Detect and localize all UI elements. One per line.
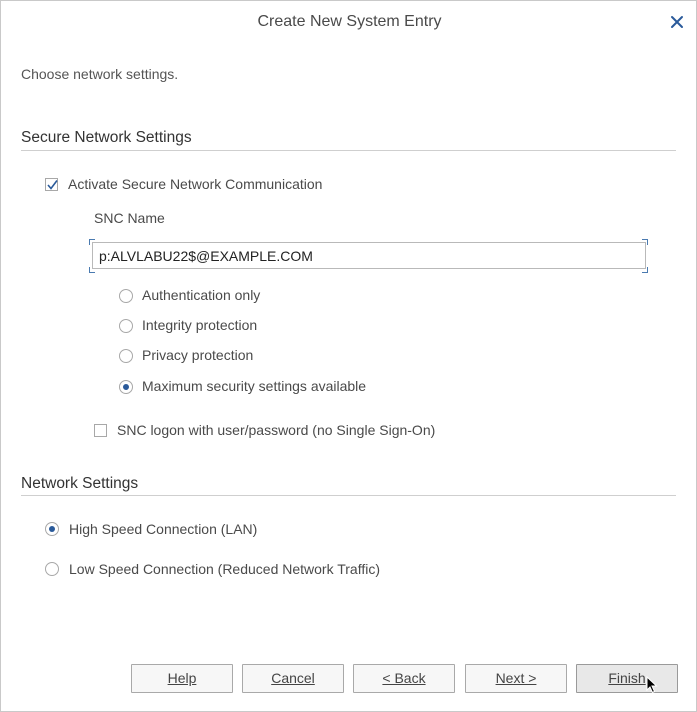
radio-high-speed-lan[interactable] — [45, 522, 59, 536]
network-settings-section-title: Network Settings — [21, 475, 139, 492]
radio-low-speed[interactable] — [45, 562, 59, 576]
activate-snc-checkbox[interactable] — [45, 178, 58, 191]
close-button[interactable] — [667, 12, 687, 32]
intro-text: Choose network settings. — [21, 66, 179, 82]
cancel-button[interactable]: Cancel — [242, 664, 344, 693]
focus-corner — [89, 267, 95, 273]
finish-button[interactable]: Finish — [576, 664, 678, 693]
create-system-entry-dialog: Create New System Entry Choose network s… — [0, 0, 697, 712]
radio-privacy-protection-label[interactable]: Privacy protection — [142, 347, 253, 363]
back-button[interactable]: < Back — [353, 664, 455, 693]
section-divider — [21, 150, 676, 151]
next-button[interactable]: Next > — [465, 664, 567, 693]
cancel-button-label: Cancel — [271, 670, 315, 686]
help-button[interactable]: Help — [131, 664, 233, 693]
mouse-pointer-icon — [646, 676, 658, 694]
focus-corner — [642, 239, 648, 245]
secure-network-section-title: Secure Network Settings — [21, 129, 192, 146]
radio-high-speed-lan-label[interactable]: High Speed Connection (LAN) — [69, 521, 257, 537]
radio-maximum-security[interactable] — [119, 380, 133, 394]
next-button-label: Next > — [495, 670, 537, 686]
radio-low-speed-label[interactable]: Low Speed Connection (Reduced Network Tr… — [69, 561, 380, 577]
snc-logon-label[interactable]: SNC logon with user/password (no Single … — [117, 422, 435, 438]
radio-integrity-protection-label[interactable]: Integrity protection — [142, 317, 257, 333]
radio-authentication-only[interactable] — [119, 289, 133, 303]
activate-snc-label[interactable]: Activate Secure Network Communication — [68, 176, 322, 192]
dialog-title: Create New System Entry — [257, 13, 442, 30]
radio-authentication-only-label[interactable]: Authentication only — [142, 287, 260, 303]
finish-button-label: Finish — [608, 670, 646, 686]
checkmark-icon — [47, 180, 58, 190]
back-button-label: < Back — [382, 670, 426, 686]
close-icon — [671, 16, 683, 28]
section-divider — [21, 495, 676, 496]
radio-integrity-protection[interactable] — [119, 319, 133, 333]
focus-corner — [642, 267, 648, 273]
snc-name-label: SNC Name — [94, 210, 165, 226]
focus-corner — [89, 239, 95, 245]
snc-logon-checkbox[interactable] — [94, 424, 107, 437]
help-button-label: Help — [167, 670, 197, 686]
snc-name-input[interactable] — [92, 242, 646, 269]
radio-privacy-protection[interactable] — [119, 349, 133, 363]
radio-maximum-security-label[interactable]: Maximum security settings available — [142, 378, 366, 394]
